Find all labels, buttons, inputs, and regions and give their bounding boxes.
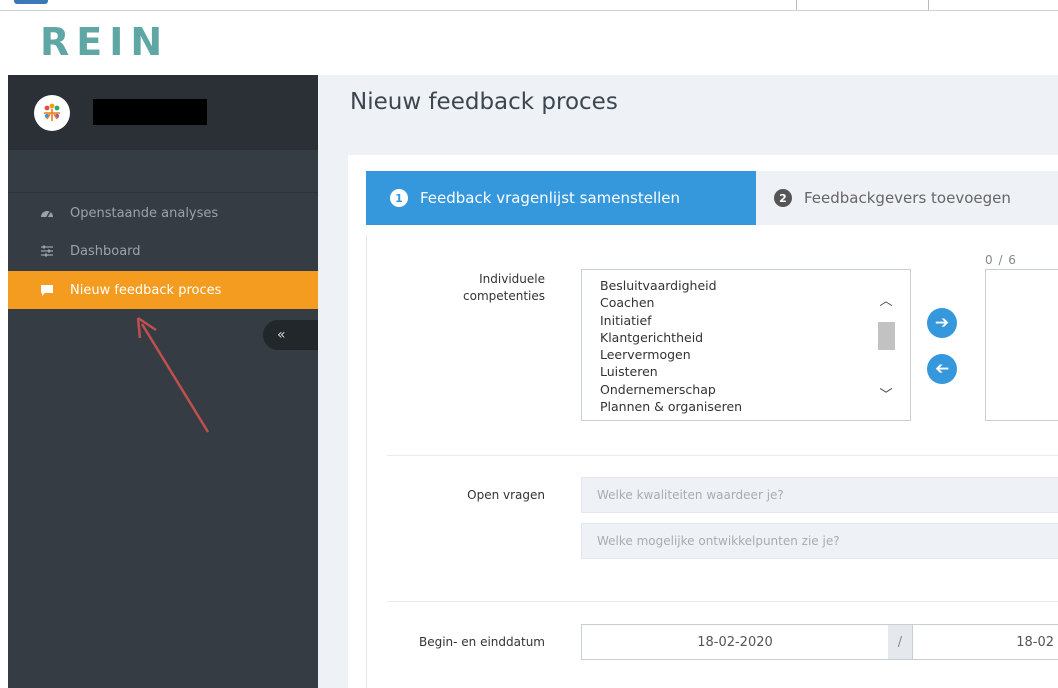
listbox-option[interactable]: Ondernemerschap <box>600 381 910 398</box>
listbox-option[interactable]: Plannen & organiseren <box>600 398 910 415</box>
competencies-label: Individuele competenties <box>463 272 545 303</box>
scrollbar-thumb[interactable] <box>878 322 895 350</box>
sidebar: Openstaande analyses Dashboard Nieuw fee… <box>8 75 323 688</box>
listbox-option[interactable]: Coachen <box>600 294 910 311</box>
open-question-field-2[interactable]: Welke mogelijke ontwikkelpunten zie je? <box>581 523 1058 559</box>
sliders-icon <box>38 245 56 257</box>
listbox-scrollbar[interactable]: ︿ ﹀ <box>876 278 896 414</box>
sidebar-item-openstaande-analyses[interactable]: Openstaande analyses <box>8 194 318 232</box>
browser-tab-indicator <box>14 0 48 4</box>
tab-step-1[interactable]: 1 Feedback vragenlijst samenstellen <box>366 171 756 225</box>
sidebar-collapse-button[interactable]: « <box>263 320 323 350</box>
form-panel: 1 Feedback vragenlijst samenstellen 2 Fe… <box>348 155 1058 688</box>
chat-bubble-icon <box>38 284 56 297</box>
avatar[interactable] <box>34 95 70 131</box>
open-questions-label: Open vragen <box>467 488 545 502</box>
divider <box>387 601 1058 602</box>
arrow-right-icon: ➔ <box>934 313 950 333</box>
tab-step-2[interactable]: 2 Feedbackgevers toevoegen <box>756 171 1058 225</box>
listbox-option[interactable]: Initiatief <box>600 312 910 329</box>
date-separator: / <box>888 624 912 660</box>
sidebar-header <box>8 75 318 150</box>
listbox-option[interactable]: Leervermogen <box>600 346 910 363</box>
listbox-option[interactable]: Besluitvaardigheid <box>600 277 910 294</box>
sidebar-item-label: Nieuw feedback proces <box>70 282 222 298</box>
open-question-field-1[interactable]: Welke kwaliteiten waardeer je? <box>581 477 1058 513</box>
selected-competencies-listbox[interactable] <box>985 269 1058 421</box>
divider <box>8 192 318 193</box>
redacted-username <box>93 99 207 125</box>
competencies-options: Besluitvaardigheid Coachen Initiatief Klant… <box>582 270 910 415</box>
sidebar-item-dashboard[interactable]: Dashboard <box>8 232 318 270</box>
step-label: Feedback vragenlijst samenstellen <box>420 189 681 207</box>
step-number-badge: 1 <box>390 189 408 207</box>
step-label: Feedbackgevers toevoegen <box>804 189 1011 207</box>
divider <box>928 0 929 10</box>
main-content: Nieuw feedback proces 1 Feedback vragenl… <box>318 75 1058 688</box>
sidebar-item-nieuw-feedback-proces[interactable]: Nieuw feedback proces <box>8 271 318 309</box>
step-number-badge: 2 <box>774 189 792 207</box>
arrow-left-icon: ➔ <box>934 359 950 379</box>
people-logo-icon <box>44 103 60 121</box>
page-title: Nieuw feedback proces <box>350 89 618 115</box>
listbox-option[interactable]: Luisteren <box>600 363 910 380</box>
sidebar-item-label: Dashboard <box>70 243 141 259</box>
start-date-field[interactable]: 18-02-2020 <box>581 624 889 660</box>
dates-label: Begin- en einddatum <box>418 635 545 649</box>
brand-logo: REIN <box>40 20 170 64</box>
end-date-field[interactable]: 18-02 <box>912 624 1058 660</box>
browser-top-strip <box>0 0 1058 11</box>
wizard-steps: 1 Feedback vragenlijst samenstellen 2 Fe… <box>366 171 1058 225</box>
listbox-option[interactable]: Klantgerichtheid <box>600 329 910 346</box>
competencies-listbox[interactable]: Besluitvaardigheid Coachen Initiatief Klant… <box>581 269 911 421</box>
divider <box>387 455 1058 456</box>
divider <box>796 0 797 10</box>
add-competency-button[interactable]: ➔ <box>927 308 957 338</box>
double-chevron-left-icon: « <box>277 327 286 343</box>
dashboard-gauge-icon <box>38 207 56 219</box>
selected-counter: 0 / 6 <box>985 253 1017 267</box>
chevron-up-icon[interactable]: ︿ <box>876 294 896 310</box>
chevron-down-icon[interactable]: ﹀ <box>876 388 896 404</box>
sidebar-item-label: Openstaande analyses <box>70 205 219 221</box>
feedback-form: Individuele competenties Besluitvaardigh… <box>366 235 1058 688</box>
remove-competency-button[interactable]: ➔ <box>927 354 957 384</box>
